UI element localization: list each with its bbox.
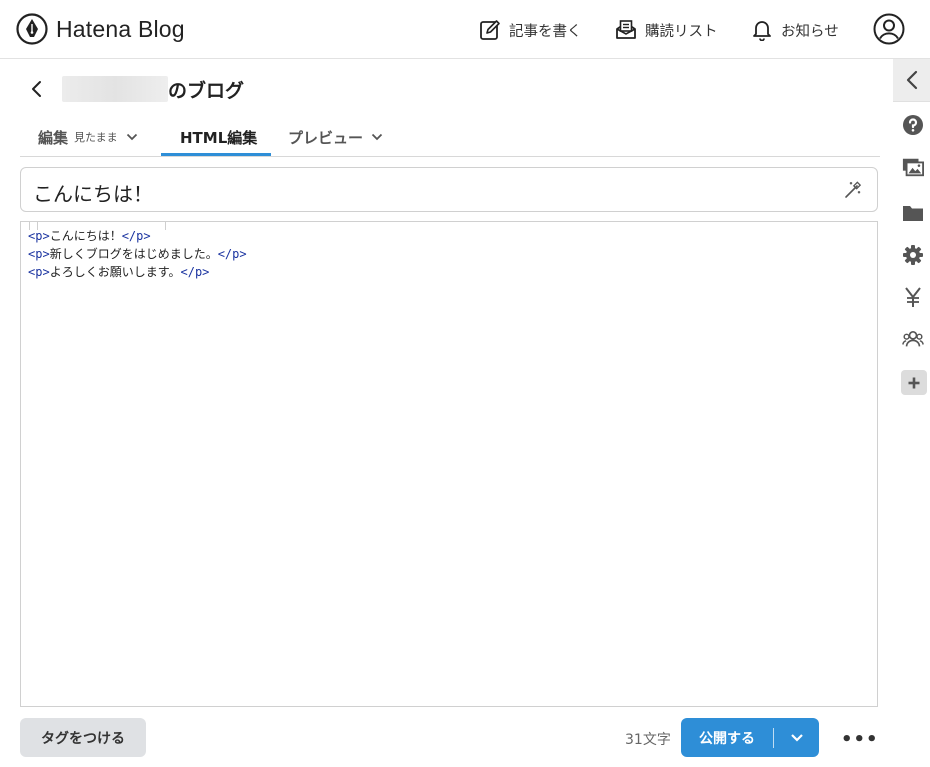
- editor-mode-tabs: 編集 見たまま HTML編集 プレビュー: [20, 117, 880, 157]
- settings-button[interactable]: [902, 244, 924, 266]
- back-button[interactable]: [24, 74, 50, 104]
- publish-button[interactable]: 公開する: [681, 728, 773, 748]
- article-title-value: こんにちは！: [33, 182, 153, 206]
- nav-notifications-label: お知らせ: [781, 23, 839, 40]
- tab-wysiwyg-edit[interactable]: 編集 見たまま: [38, 117, 138, 157]
- nav-write-label: 記事を書く: [509, 23, 582, 40]
- more-options-button[interactable]: •••: [841, 729, 879, 750]
- publish-options-button[interactable]: [774, 733, 819, 742]
- chevron-down-icon: [371, 133, 383, 141]
- pen-nib-logo-icon: [16, 13, 48, 45]
- code-text: こんにちは！: [49, 229, 122, 243]
- tab-html-edit[interactable]: HTML編集: [180, 117, 257, 157]
- tab-edit-sublabel: 見たまま: [74, 131, 118, 144]
- code-close-tag: </p>: [217, 247, 247, 261]
- code-content: <p>こんにちは！</p> <p>新しくブログをはじめました。</p> <p>よろし…: [28, 227, 247, 281]
- code-close-tag: </p>: [121, 229, 151, 243]
- top-bar: Hatena Blog 記事を書く 購読リスト お知らせ: [0, 0, 930, 59]
- settings-icon: [903, 245, 923, 265]
- code-line: <p>よろしくお願いします。</p>: [28, 263, 247, 281]
- user-avatar-icon[interactable]: [873, 13, 905, 45]
- code-line: <p>新しくブログをはじめました。</p>: [28, 245, 247, 263]
- folder-icon: [903, 206, 923, 221]
- tab-preview[interactable]: プレビュー: [288, 117, 383, 157]
- help-button[interactable]: [902, 114, 924, 136]
- yen-icon: [905, 287, 921, 307]
- hatena-blog-logo[interactable]: Hatena Blog: [16, 13, 185, 45]
- nav-write-article[interactable]: 記事を書く: [479, 17, 582, 43]
- sidebar-collapse-button[interactable]: [893, 59, 930, 102]
- logo-text: Hatena Blog: [56, 15, 185, 42]
- tab-preview-label: プレビュー: [288, 128, 364, 147]
- monetize-button[interactable]: [902, 286, 924, 308]
- subscription-icon: [616, 20, 636, 39]
- magic-wand-icon[interactable]: [843, 180, 863, 200]
- nav-subscription-label: 購読リスト: [645, 23, 718, 40]
- publish-button-group: 公開する: [681, 718, 819, 757]
- images-icon: [902, 158, 924, 177]
- editor-main: のブログ 編集 見たまま HTML編集 プレビュー こんにちは！ <p>こんにち…: [20, 59, 880, 767]
- blog-breadcrumb: のブログ: [20, 74, 244, 104]
- chevron-left-icon: [32, 81, 41, 97]
- right-sidebar: [893, 59, 930, 767]
- chevron-down-icon: [126, 133, 137, 141]
- folder-button[interactable]: [902, 202, 924, 224]
- chevron-left-icon: [906, 70, 917, 90]
- code-line: <p>こんにちは！</p>: [28, 227, 247, 245]
- add-tool-button[interactable]: [901, 370, 927, 395]
- bell-icon: [753, 21, 771, 41]
- plus-icon: [908, 377, 920, 388]
- character-count: 31文字: [625, 732, 671, 748]
- article-title-input[interactable]: こんにちは！: [20, 167, 878, 212]
- active-tab-indicator: [161, 153, 271, 156]
- code-close-tag: </p>: [180, 265, 210, 279]
- blog-title-suffix: のブログ: [168, 79, 245, 102]
- users-icon: [902, 331, 924, 347]
- code-open-tag: <p>: [28, 265, 50, 279]
- blog-name-redacted: [62, 76, 168, 102]
- code-text: 新しくブログをはじめました。: [49, 247, 218, 261]
- images-button[interactable]: [902, 156, 924, 178]
- write-icon: [480, 20, 500, 40]
- add-tag-button[interactable]: タグをつける: [20, 718, 146, 757]
- nav-subscription-list[interactable]: 購読リスト: [615, 17, 718, 43]
- html-code-editor[interactable]: <p>こんにちは！</p> <p>新しくブログをはじめました。</p> <p>よろし…: [20, 221, 878, 707]
- code-open-tag: <p>: [28, 229, 50, 243]
- code-open-tag: <p>: [28, 247, 50, 261]
- chevron-down-icon: [790, 734, 803, 742]
- code-text: よろしくお願いします。: [49, 265, 181, 279]
- tab-edit-label: 編集: [38, 128, 69, 147]
- tab-html-label: HTML編集: [180, 128, 258, 147]
- nav-notifications[interactable]: お知らせ: [751, 17, 839, 43]
- help-icon: [903, 115, 923, 135]
- users-button[interactable]: [902, 328, 924, 350]
